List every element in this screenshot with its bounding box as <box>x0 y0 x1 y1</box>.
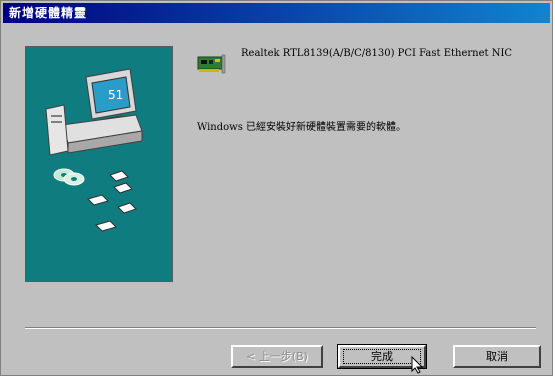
button-divider <box>25 327 536 329</box>
wizard-window: 新增硬體精靈 51 Realtek RTL8139(A/B/C/8130) PC… <box>0 0 553 376</box>
mouse-pointer-icon <box>411 356 424 374</box>
computer-illustration-icon: 51 <box>45 68 143 232</box>
svg-text:51: 51 <box>108 88 123 102</box>
install-complete-message: Windows 已經安裝好新硬體裝置需要的軟體。 <box>197 122 407 133</box>
device-name-label: Realtek RTL8139(A/B/C/8130) PCI Fast Eth… <box>241 48 513 59</box>
back-button[interactable]: < 上一步(B) <box>231 345 323 368</box>
title-bar[interactable]: 新增硬體精靈 <box>3 3 550 23</box>
cancel-button[interactable]: 取消 <box>453 345 541 368</box>
network-card-icon <box>197 54 226 74</box>
wizard-side-image: 51 <box>25 46 173 282</box>
window-title: 新增硬體精靈 <box>9 6 88 20</box>
finish-button-label: 完成 <box>371 350 393 363</box>
